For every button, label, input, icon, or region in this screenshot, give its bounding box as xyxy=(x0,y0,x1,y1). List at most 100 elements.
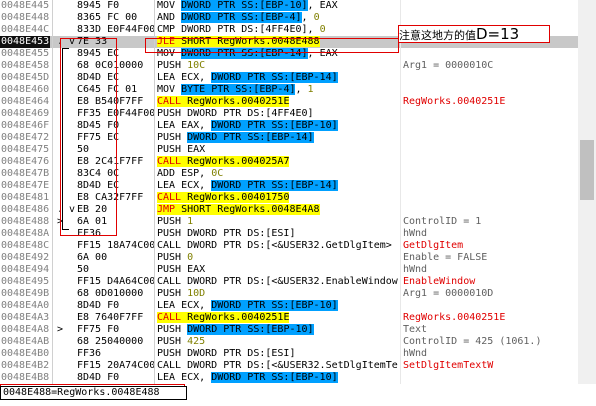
hex-dump-cell: FF36 xyxy=(77,348,102,359)
address-cell: 0048E448 xyxy=(1,12,50,23)
address-cell: 0048E46F xyxy=(1,120,50,131)
instruction-row[interactable]: 0048E4A3 E8 7640F7FF CALL RegWorks.0040251… xyxy=(0,312,578,324)
instruction-row[interactable]: 0048E4A0 8D4D F0 LEA ECX, DWORD PTR SS:[EB… xyxy=(0,300,578,312)
annotation-value: D=13 xyxy=(476,25,520,43)
instruction-token: 10C xyxy=(187,60,206,71)
disassembly-cell: ADD ESP, 0C xyxy=(157,168,223,180)
instruction-token: MOV xyxy=(157,84,182,95)
vertical-scrollbar[interactable] xyxy=(578,0,596,384)
disassembly-cell: PUSH EAX xyxy=(157,264,205,276)
instruction-token: LEA EAX, xyxy=(157,120,212,131)
instruction-token: LEA ECX, xyxy=(157,372,212,383)
address-cell: 0048E4B8 xyxy=(1,372,50,383)
instruction-token: RegWorks.004025A7 xyxy=(181,156,290,167)
hex-highlight-box xyxy=(60,38,117,236)
instruction-row[interactable]: 0048E49B 68 0D010000 PUSH 10D Arg1 = 000001… xyxy=(0,288,578,300)
instruction-token: RegWorks.0040251E xyxy=(181,96,290,107)
address-cell: 0048E47E xyxy=(1,180,50,191)
address-cell: 0048E48A xyxy=(1,228,50,239)
address-cell: 0048E476 xyxy=(1,156,50,167)
hex-dump-cell: FF15 20A74C00 xyxy=(77,360,156,371)
comment-cell: ControlID = 425 (1061.) xyxy=(403,336,542,347)
instruction-token: DWORD PTR SS:[EBP-14] xyxy=(187,132,314,143)
instruction-token: LEA ECX, xyxy=(157,72,212,83)
hex-dump-cell: E8 7640F7FF xyxy=(77,312,144,323)
comment-cell: hWnd xyxy=(403,228,428,239)
address-cell: 0048E475 xyxy=(1,144,50,155)
jle-highlight-box xyxy=(145,38,399,53)
instruction-row[interactable]: 0048E4B2 FF15 20A74C00 CALL DWORD PTR DS:[… xyxy=(0,360,578,372)
address-cell: 0048E494 xyxy=(1,264,50,275)
disassembly-cell: PUSH DWORD PTR DS:[ESI] xyxy=(157,228,295,240)
instruction-token: DWORD PTR SS:[EBP-14] xyxy=(211,180,338,191)
disassembly-cell: JMP SHORT RegWorks.0048E4A8 xyxy=(157,204,320,216)
address-cell: 0048E481 xyxy=(1,192,50,203)
address-cell: 0048E495 xyxy=(1,276,50,287)
instruction-token: PUSH EAX xyxy=(157,144,206,155)
address-cell: 0048E4B2 xyxy=(1,360,50,371)
scrollbar-thumb[interactable] xyxy=(580,140,594,200)
instruction-token: DWORD PTR SS:[EBP-10] xyxy=(211,120,338,131)
comment-cell: Enable = FALSE xyxy=(403,252,488,263)
instruction-token: RegWorks.0040251E xyxy=(181,312,290,323)
instruction-token: DWORD PTR SS:[EBP-10] xyxy=(181,0,308,11)
instruction-token: CALL DWORD PTR DS:[<&USER32.EnableWindow xyxy=(157,276,398,287)
instruction-row[interactable]: 0048E448 8365 FC 00 AND DWORD PTR SS:[EBP-… xyxy=(0,12,578,24)
instruction-row[interactable]: 0048E4A8 > FF75 F0 PUSH DWORD PTR SS:[EBP-1… xyxy=(0,324,578,336)
disassembly-cell: AND DWORD PTR SS:[EBP-4], 0 xyxy=(157,12,320,24)
instruction-token: MOV xyxy=(157,0,182,11)
disassembly-cell: LEA ECX, DWORD PTR SS:[EBP-14] xyxy=(157,72,338,84)
disassembly-cell: LEA ECX, DWORD PTR SS:[EBP-14] xyxy=(157,180,338,192)
instruction-token: PUSH xyxy=(157,252,188,263)
instruction-row[interactable]: 0048E494 50 PUSH EAX hWnd xyxy=(0,264,578,276)
annotation-text: 注意这地方的值 xyxy=(399,29,476,42)
hex-dump-cell: 8D4D F0 xyxy=(77,300,120,311)
instruction-token: , xyxy=(295,84,308,95)
address-cell: 0048E464 xyxy=(1,96,50,107)
instruction-token: DWORD PTR SS:[EBP-10] xyxy=(211,372,338,383)
instruction-token: CALL DWORD PTR DS:[<&USER32.GetDlgItem> xyxy=(157,240,392,251)
instruction-row[interactable]: 0048E4B8 8D4D F0 LEA ECX, DWORD PTR SS:[EB… xyxy=(0,372,578,384)
address-cell: 0048E453 xyxy=(0,36,50,48)
instruction-row[interactable]: 0048E4B0 FF36 PUSH DWORD PTR DS:[ESI] hWnd xyxy=(0,348,578,360)
instruction-row[interactable]: 0048E4AB 68 25040000 PUSH 425 ControlID = 4… xyxy=(0,336,578,348)
address-cell: 0048E460 xyxy=(1,84,50,95)
instruction-token: PUSH DWORD PTR DS:[ESI] xyxy=(157,228,296,239)
hex-dump-cell: 8365 FC 00 xyxy=(77,12,138,23)
address-cell: 0048E47B xyxy=(1,168,50,179)
instruction-token: AND xyxy=(157,12,182,23)
instruction-token: 425 xyxy=(187,336,206,347)
instruction-token: 0C xyxy=(211,168,224,179)
address-cell: 0048E49B xyxy=(1,288,50,299)
instruction-token: SHORT RegWorks.0048E4A8 xyxy=(175,204,320,215)
instruction-token: ADD ESP, xyxy=(157,168,212,179)
instruction-token: LEA ECX, xyxy=(157,180,212,191)
hex-dump-cell: 8945 F0 xyxy=(77,0,120,11)
disassembly-cell: PUSH DWORD PTR DS:[4FF4E0] xyxy=(157,108,314,120)
hex-dump-cell: 6A 00 xyxy=(77,252,108,263)
instruction-row[interactable]: 0048E48C FF15 18A74C00 CALL DWORD PTR DS:[… xyxy=(0,240,578,252)
instruction-token: PUSH DWORD PTR DS:[ESI] xyxy=(157,348,296,359)
instruction-token: DWORD PTR SS:[EBP-14] xyxy=(211,72,338,83)
instruction-token: PUSH DWORD PTR DS:[4FF4E0] xyxy=(157,108,314,119)
instruction-token: PUSH xyxy=(157,288,188,299)
address-cell: 0048E458 xyxy=(1,60,50,71)
disassembly-cell: CALL RegWorks.0040251E xyxy=(157,96,290,108)
instruction-token: CALL xyxy=(157,156,182,167)
comment-cell: Arg1 = 0000010C xyxy=(403,60,494,71)
instruction-token: DWORD PTR SS:[EBP-10] xyxy=(211,300,338,311)
instruction-token: 1 xyxy=(187,216,194,227)
comment-cell: GetDlgItem xyxy=(403,240,464,251)
instruction-row[interactable]: 0048E445 8945 F0 MOV DWORD PTR SS:[EBP-10]… xyxy=(0,0,578,12)
address-cell: 0048E44C xyxy=(1,24,50,35)
hex-dump-cell: 833D E0F44F00 xyxy=(77,24,156,35)
instruction-token: 10D xyxy=(187,288,206,299)
disassembly-cell: CALL RegWorks.004025A7 xyxy=(157,156,290,168)
address-cell: 0048E4A3 xyxy=(1,312,50,323)
instruction-token: 0 xyxy=(187,252,194,263)
instruction-row[interactable]: 0048E492 6A 00 PUSH 0 Enable = FALSE xyxy=(0,252,578,264)
disassembly-cell: CALL DWORD PTR DS:[<&USER32.GetDlgItem> xyxy=(157,240,392,252)
comment-cell: ControlID = 1 xyxy=(403,216,482,227)
column-divider xyxy=(154,0,155,384)
instruction-row[interactable]: 0048E495 FF15 D4A64C00 CALL DWORD PTR DS:[… xyxy=(0,276,578,288)
